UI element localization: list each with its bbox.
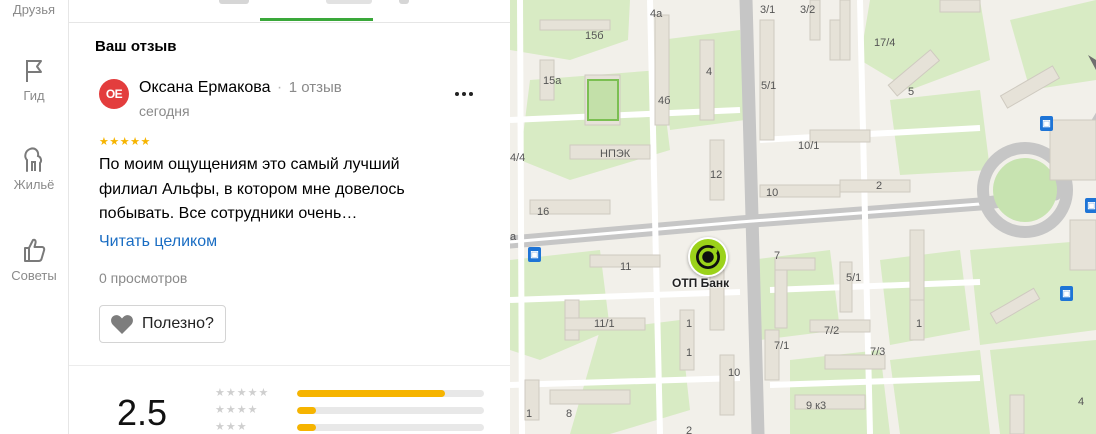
house-number: 4а [650, 8, 663, 20]
bus-stop-icon[interactable]: ▣ [1085, 198, 1096, 213]
distribution-fill [297, 407, 316, 414]
review-panel: Ваш отзыв ОЕ Оксана Ермакова · 1 отзыв с… [69, 0, 510, 434]
house-number: 7/2 [824, 325, 840, 337]
tabs-strip [69, 0, 510, 23]
house-number: 1 [916, 318, 923, 330]
bus-stop-icon[interactable]: ▣ [528, 247, 541, 262]
author-review-count: 1 отзыв [288, 79, 342, 96]
left-navigation-rail: Друзья Гид Жильё Советы [0, 0, 69, 434]
house-number: а [510, 231, 517, 243]
distribution-fill [297, 424, 316, 431]
rail-item-label: Друзья [12, 2, 56, 17]
house-number: 7/3 [870, 346, 886, 358]
map-background [510, 0, 1096, 434]
house-number: 7 [774, 250, 781, 262]
distribution-bar [297, 390, 484, 397]
more-options-button[interactable] [452, 84, 476, 104]
house-number: 11/1 [594, 318, 615, 330]
views-count: 0 просмотров [99, 270, 188, 286]
tab-fragment[interactable] [399, 0, 409, 4]
house-number: 4б [658, 95, 671, 107]
separator: · [276, 79, 283, 96]
bus-stop-icon[interactable]: ▣ [1060, 286, 1073, 301]
heart-icon [111, 315, 133, 334]
house-number: 2 [876, 180, 883, 192]
rail-item-housing[interactable]: Жильё [0, 145, 68, 192]
dot-icon [469, 92, 473, 96]
house-number: 1 [686, 347, 693, 359]
thumbs-up-icon [24, 238, 46, 262]
house-number: 15б [585, 30, 604, 42]
distribution-stars: ★★★ [215, 421, 248, 433]
house-number: 3/2 [800, 4, 816, 16]
house-number: 4 [1078, 396, 1085, 408]
review-date: сегодня [139, 103, 190, 119]
house-number: 5 [908, 86, 915, 98]
otp-bank-marker[interactable] [688, 237, 728, 277]
house-number: 1 [686, 318, 693, 330]
house-number: 10/1 [798, 140, 820, 152]
bus-stop-icon[interactable]: ▣ [1040, 116, 1053, 131]
house-number: 5/1 [761, 80, 777, 92]
house-number: 10 [766, 187, 779, 199]
rail-item-guide[interactable]: Гид [0, 58, 68, 103]
house-number: 4/4 [510, 152, 526, 164]
divider [69, 365, 510, 366]
review-text: По моим ощущениям это самый лучший филиа… [99, 156, 405, 222]
distribution-bar [297, 407, 484, 414]
rail-item-label: Гид [23, 88, 45, 103]
rail-item-label: Жильё [13, 177, 55, 192]
rail-item-friends[interactable]: Друзья [0, 2, 68, 17]
house-number: 17/4 [874, 37, 896, 49]
house-number: 7/1 [774, 340, 790, 352]
average-rating: 2.5 [117, 392, 168, 433]
tab-fragment[interactable] [219, 0, 249, 4]
dot-icon [462, 92, 466, 96]
distribution-stars: ★★★★★ [215, 387, 270, 399]
distribution-stars: ★★★★ [215, 404, 259, 416]
poi-label[interactable]: ОТП Банк [672, 276, 729, 290]
active-tab-indicator [260, 18, 373, 21]
house-number: 16 [537, 206, 550, 218]
house-number: 3/1 [760, 4, 776, 16]
dot-icon [455, 92, 459, 96]
map-view[interactable]: 3/1 3/2 4а 15б 17/4 15а 4 4б 5/1 5 4/4 Н… [510, 0, 1096, 434]
rail-item-tips[interactable]: Советы [0, 236, 68, 283]
useful-button-label: Полезно? [142, 315, 214, 332]
author-name[interactable]: Оксана Ермакова [139, 79, 270, 96]
house-number: 10 [728, 367, 741, 379]
review-author: Оксана Ермакова · 1 отзыв [139, 79, 342, 97]
avatar[interactable]: ОЕ [99, 79, 129, 109]
house-number: 11 [620, 261, 632, 273]
section-title: Ваш отзыв [95, 38, 177, 55]
house-number: 9 к3 [806, 400, 827, 412]
rating-distribution-row: ★★★ [215, 421, 485, 434]
flag-icon [26, 60, 42, 82]
house-number: 12 [710, 169, 723, 181]
rail-item-label: Советы [11, 268, 57, 283]
house-number: 8 [566, 408, 573, 420]
review-rating-stars: ★★★★★ [99, 136, 151, 148]
otp-bank-icon [696, 245, 720, 269]
distribution-bar [297, 424, 484, 431]
house-icon [24, 147, 43, 172]
tab-fragment[interactable] [326, 0, 372, 4]
rating-distribution-row: ★★★★ [215, 404, 485, 418]
read-more-link[interactable]: Читать целиком [99, 233, 217, 251]
house-number: 5/1 [846, 272, 862, 284]
house-number: 1 [526, 408, 533, 420]
house-number: 15а [543, 75, 562, 87]
useful-button[interactable]: Полезно? [99, 305, 226, 343]
distribution-fill [297, 390, 445, 397]
rating-distribution-row: ★★★★★ [215, 387, 485, 401]
house-number: 2 [686, 425, 693, 434]
house-number: 4 [706, 66, 713, 78]
house-number: НПЭК [600, 148, 631, 160]
